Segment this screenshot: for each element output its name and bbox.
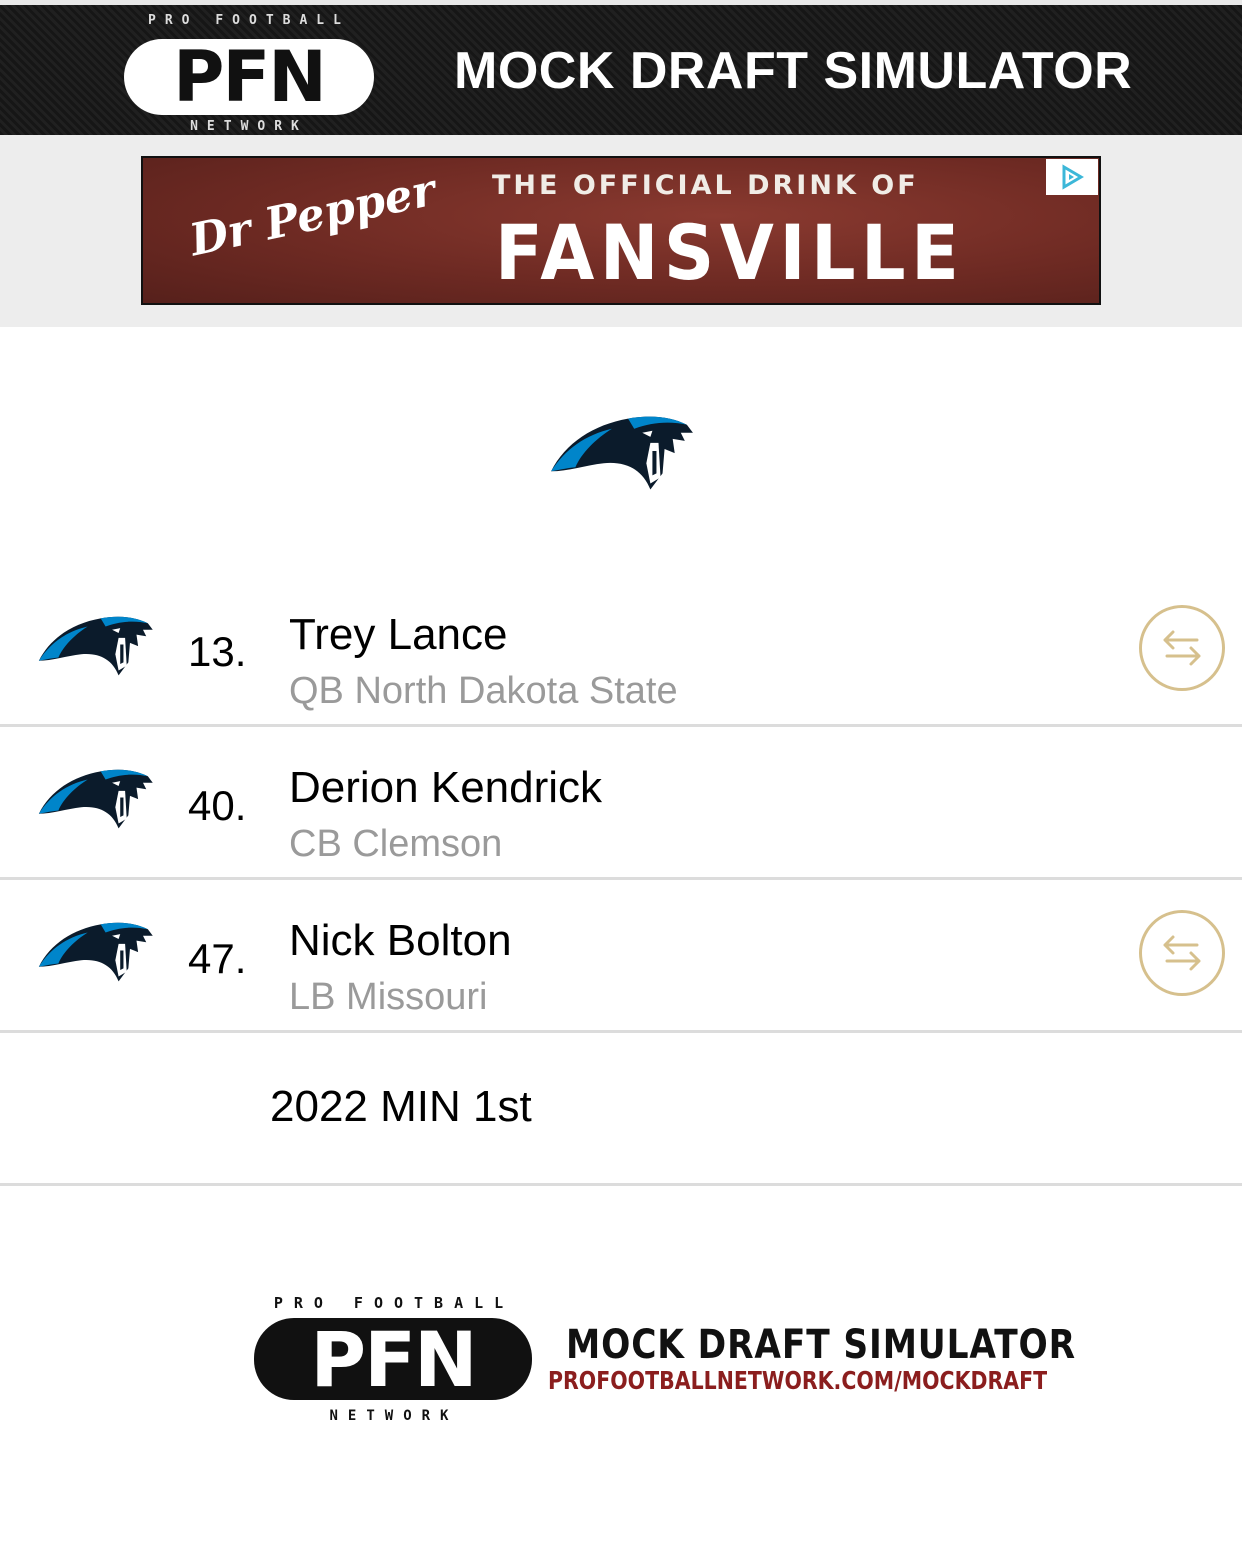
player-position-school: LB Missouri <box>289 976 488 1018</box>
player-position-school: QB North Dakota State <box>289 670 678 712</box>
swap-arrows-icon <box>1163 630 1201 666</box>
panther-logo-icon <box>34 604 156 680</box>
footer-pfn-logo: PRO FOOTBALL PFN NETWORK <box>254 1294 534 1430</box>
panther-logo-icon <box>34 757 156 833</box>
adchoices-icon[interactable] <box>1046 159 1098 195</box>
trade-button[interactable] <box>1139 910 1225 996</box>
pick-number: 47. <box>188 935 247 982</box>
swap-arrows-icon <box>1163 935 1201 971</box>
logo-mark-text: PFN <box>173 36 327 118</box>
footer-logo-mark: PFN <box>254 1315 532 1404</box>
pick-row[interactable]: 47. Nick Bolton LB Missouri <box>0 880 1242 1033</box>
footer-url: PROFOOTBALLNETWORK.COM/MOCKDRAFT <box>548 1366 1048 1395</box>
app-header: PRO FOOTBALL PFN NETWORK MOCK DRAFT SIMU… <box>0 5 1242 135</box>
pick-number: 40. <box>188 782 247 829</box>
logo-mark: PFN <box>124 36 374 118</box>
footer-logo-bottom-text: NETWORK <box>329 1408 459 1424</box>
ad-tagline: THE OFFICIAL DRINK OF <box>492 170 919 201</box>
pick-row[interactable]: 40. Derion Kendrick CB Clemson <box>0 727 1242 880</box>
pfn-logo[interactable]: PRO FOOTBALL PFN NETWORK <box>122 11 376 136</box>
footer-title: MOCK DRAFT SIMULATOR <box>566 1322 1076 1368</box>
footer-logo-top-text: PRO FOOTBALL <box>273 1294 515 1312</box>
player-name: Trey Lance <box>289 610 508 659</box>
player-position-school: CB Clemson <box>289 823 503 865</box>
row-divider <box>0 1183 1242 1186</box>
panther-logo-icon <box>545 402 697 494</box>
page-title: MOCK DRAFT SIMULATOR <box>454 42 1133 100</box>
player-name: Nick Bolton <box>289 916 512 965</box>
pick-number: 13. <box>188 628 247 675</box>
future-pick-label: 2022 MIN 1st <box>270 1082 532 1131</box>
ad-headline: FANSVILLE <box>495 208 965 297</box>
footer-logo-mark-text: PFN <box>310 1314 477 1404</box>
trade-button[interactable] <box>1139 605 1225 691</box>
pick-row[interactable]: 13. Trey Lance QB North Dakota State <box>0 590 1242 727</box>
panther-logo-icon <box>34 910 156 986</box>
logo-bottom-text: NETWORK <box>190 119 308 134</box>
future-pick-row[interactable] <box>0 1033 1242 1186</box>
player-name: Derion Kendrick <box>289 763 603 812</box>
logo-top-text: PRO FOOTBALL <box>148 13 350 28</box>
